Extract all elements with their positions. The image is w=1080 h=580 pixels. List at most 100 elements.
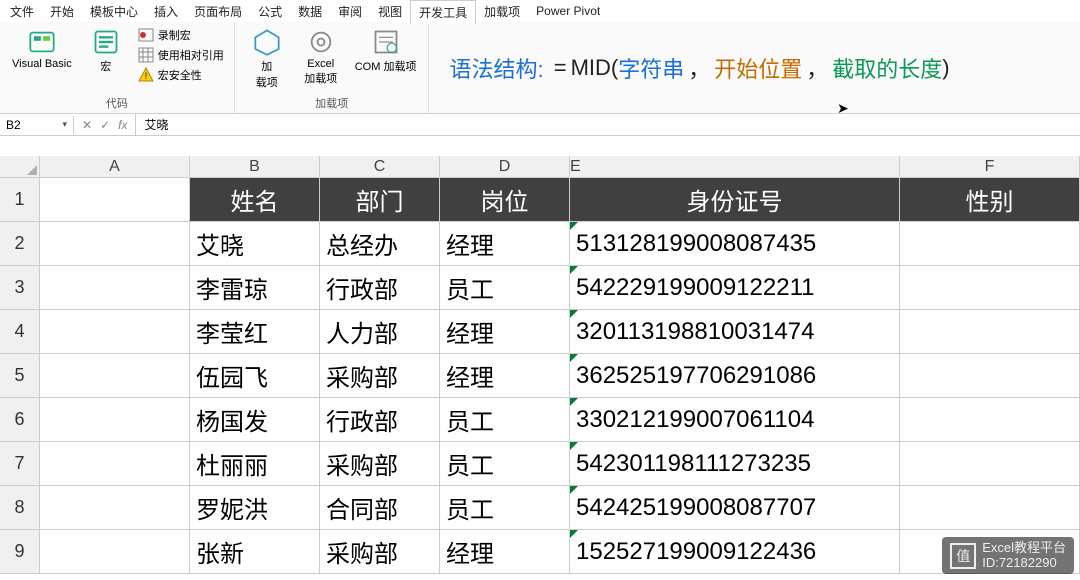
- menu-item[interactable]: 审阅: [330, 0, 370, 23]
- menu-item[interactable]: 页面布局: [186, 0, 250, 23]
- cell[interactable]: 合同部: [320, 486, 440, 530]
- menu-item[interactable]: Power Pivot: [528, 1, 608, 21]
- hint-func: MID(: [571, 55, 619, 81]
- cell[interactable]: 员工: [440, 398, 570, 442]
- cell[interactable]: 362525197706291086: [570, 354, 900, 398]
- ribbon-group-addins: 加 载项 Excel 加载项 COM 加载项 加载项: [235, 22, 430, 113]
- visual-basic-button[interactable]: Visual Basic: [8, 26, 76, 72]
- row-header[interactable]: 2: [0, 222, 40, 266]
- menu-item[interactable]: 插入: [146, 0, 186, 23]
- cell[interactable]: [900, 222, 1080, 266]
- cell[interactable]: [40, 266, 190, 310]
- cell[interactable]: 采购部: [320, 530, 440, 574]
- cell[interactable]: [900, 442, 1080, 486]
- cell[interactable]: [40, 398, 190, 442]
- column-header[interactable]: A: [40, 156, 190, 178]
- cell[interactable]: 经理: [440, 310, 570, 354]
- column-header[interactable]: E: [570, 156, 900, 178]
- cell[interactable]: 李莹红: [190, 310, 320, 354]
- macro-button[interactable]: 宏: [82, 26, 130, 76]
- row-header[interactable]: 6: [0, 398, 40, 442]
- cell[interactable]: 伍园飞: [190, 354, 320, 398]
- cell[interactable]: 152527199009122436: [570, 530, 900, 574]
- row-header[interactable]: 8: [0, 486, 40, 530]
- cell[interactable]: 经理: [440, 222, 570, 266]
- cell[interactable]: 330212199007061104: [570, 398, 900, 442]
- cell[interactable]: 员工: [440, 486, 570, 530]
- cancel-icon[interactable]: ✕: [82, 118, 92, 132]
- cell[interactable]: [900, 398, 1080, 442]
- cell[interactable]: 李雷琼: [190, 266, 320, 310]
- cell[interactable]: 542425199008087707: [570, 486, 900, 530]
- row-header[interactable]: 3: [0, 266, 40, 310]
- column-header[interactable]: C: [320, 156, 440, 178]
- select-all-corner[interactable]: [0, 156, 40, 178]
- table-row: 6 杨国发行政部员工330212199007061104: [0, 398, 1080, 442]
- cell[interactable]: [40, 354, 190, 398]
- cell[interactable]: [40, 178, 190, 222]
- cell[interactable]: 姓名: [190, 178, 320, 222]
- cell[interactable]: 罗妮洪: [190, 486, 320, 530]
- row-header[interactable]: 7: [0, 442, 40, 486]
- cell[interactable]: 经理: [440, 530, 570, 574]
- menu-item[interactable]: 视图: [370, 0, 410, 23]
- cell[interactable]: 经理: [440, 354, 570, 398]
- cell[interactable]: 杜丽丽: [190, 442, 320, 486]
- row-header[interactable]: 5: [0, 354, 40, 398]
- cell[interactable]: 员工: [440, 266, 570, 310]
- cell[interactable]: 艾晓: [190, 222, 320, 266]
- cell[interactable]: 员工: [440, 442, 570, 486]
- cell[interactable]: [40, 530, 190, 574]
- cell[interactable]: 张新: [190, 530, 320, 574]
- cell[interactable]: [40, 222, 190, 266]
- menu-item[interactable]: 模板中心: [82, 0, 146, 23]
- column-header[interactable]: D: [440, 156, 570, 178]
- cell[interactable]: 542301198111273235: [570, 442, 900, 486]
- cell[interactable]: [40, 486, 190, 530]
- cell[interactable]: 行政部: [320, 398, 440, 442]
- column-header[interactable]: F: [900, 156, 1080, 178]
- cell[interactable]: 320113198810031474: [570, 310, 900, 354]
- cell[interactable]: 部门: [320, 178, 440, 222]
- cell[interactable]: 总经办: [320, 222, 440, 266]
- cell[interactable]: [900, 266, 1080, 310]
- macro-security-button[interactable]: ! 宏安全性: [136, 66, 226, 84]
- column-header[interactable]: B: [190, 156, 320, 178]
- menu-item[interactable]: 开发工具: [410, 0, 476, 24]
- table-row: 8 罗妮洪合同部员工542425199008087707: [0, 486, 1080, 530]
- cell[interactable]: 行政部: [320, 266, 440, 310]
- com-addins-label: COM 加载项: [355, 58, 417, 74]
- cell[interactable]: 人力部: [320, 310, 440, 354]
- cell[interactable]: [900, 486, 1080, 530]
- menu-item[interactable]: 文件: [2, 0, 42, 23]
- cell[interactable]: 采购部: [320, 442, 440, 486]
- group-code-label: 代码: [106, 95, 128, 111]
- cell[interactable]: 542229199009122211: [570, 266, 900, 310]
- cell[interactable]: 身份证号: [570, 178, 900, 222]
- fx-icon[interactable]: fx: [118, 118, 127, 132]
- excel-addins-button[interactable]: Excel 加载项: [297, 26, 345, 88]
- relative-ref-button[interactable]: 使用相对引用: [136, 46, 226, 64]
- cell[interactable]: [900, 310, 1080, 354]
- name-box[interactable]: B2 ▾: [0, 116, 74, 134]
- cell[interactable]: 杨国发: [190, 398, 320, 442]
- addins-button[interactable]: 加 载项: [243, 26, 291, 92]
- record-macro-button[interactable]: 录制宏: [136, 26, 226, 44]
- cell[interactable]: 采购部: [320, 354, 440, 398]
- com-addins-button[interactable]: COM 加载项: [351, 26, 421, 76]
- menu-item[interactable]: 数据: [290, 0, 330, 23]
- formula-bar-input[interactable]: 艾晓: [136, 114, 1080, 135]
- cell[interactable]: 岗位: [440, 178, 570, 222]
- row-header[interactable]: 1: [0, 178, 40, 222]
- cell[interactable]: [40, 310, 190, 354]
- row-header[interactable]: 4: [0, 310, 40, 354]
- menu-item[interactable]: 公式: [250, 0, 290, 23]
- cell[interactable]: [900, 354, 1080, 398]
- cell[interactable]: [40, 442, 190, 486]
- row-header[interactable]: 9: [0, 530, 40, 574]
- menu-item[interactable]: 开始: [42, 0, 82, 23]
- cell[interactable]: 513128199008087435: [570, 222, 900, 266]
- cell[interactable]: 性别: [900, 178, 1080, 222]
- menu-item[interactable]: 加载项: [476, 0, 528, 23]
- confirm-icon[interactable]: ✓: [100, 118, 110, 132]
